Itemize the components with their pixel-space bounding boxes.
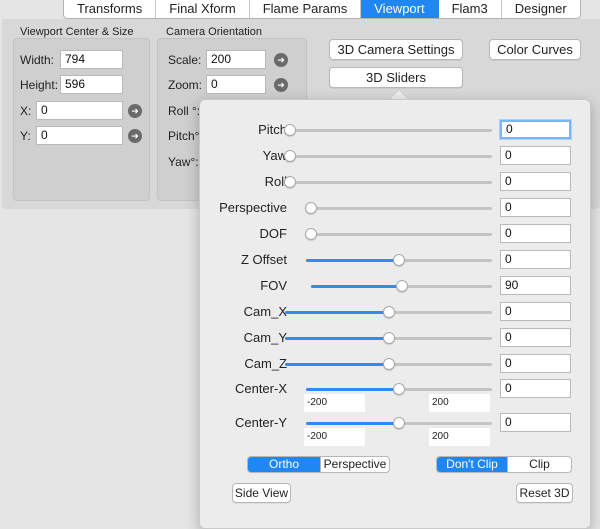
center-y-slider-knob[interactable] <box>393 417 405 429</box>
pitch-label: Pitch <box>258 122 287 137</box>
clip-segmented: Don't Clip Clip <box>436 456 572 473</box>
pitch-slider-knob[interactable] <box>284 124 296 136</box>
fov-slider[interactable] <box>311 280 492 292</box>
center-x-slider[interactable] <box>306 383 492 395</box>
center-x-max-label: 200 <box>429 394 490 412</box>
ortho-option[interactable]: Ortho <box>248 457 320 472</box>
cam-x-label: Cam_X <box>243 304 287 319</box>
z-offset-slider[interactable] <box>306 254 492 266</box>
perspective-value-field[interactable]: 0 <box>500 198 571 217</box>
fov-label: FOV <box>260 278 287 293</box>
x-label: X: <box>20 104 32 118</box>
width-label: Width: <box>20 53 55 67</box>
perspective-label: Perspective <box>219 200 287 215</box>
cam-z-slider-knob[interactable] <box>382 358 395 370</box>
cam-y-label: Cam_Y <box>243 330 287 345</box>
pitch-label: Pitch° <box>168 129 200 143</box>
perspective-slider-knob[interactable] <box>305 202 317 214</box>
z-offset-value-field[interactable]: 0 <box>500 250 571 269</box>
color-curves-button[interactable]: Color Curves <box>489 39 581 60</box>
tab-bar: Transforms Final Xform Flame Params View… <box>63 0 581 19</box>
cam-x-value-field[interactable]: 0 <box>500 302 571 321</box>
tab-designer[interactable]: Designer <box>501 0 580 18</box>
height-label: Height: <box>20 78 59 92</box>
cam-x-slider-fill <box>285 311 389 314</box>
dof-slider-knob[interactable] <box>305 228 317 240</box>
cam-y-slider-knob[interactable] <box>382 332 395 344</box>
cam-x-slider-knob[interactable] <box>382 306 395 318</box>
x-field[interactable]: 0 <box>36 101 123 120</box>
perspective-slider[interactable] <box>305 202 492 214</box>
z-offset-slider-knob[interactable] <box>393 254 405 266</box>
dof-value-field[interactable]: 0 <box>500 224 571 243</box>
reset-3d-button[interactable]: Reset 3D <box>516 483 573 503</box>
dont-clip-option[interactable]: Don't Clip <box>437 457 507 472</box>
tab-transforms[interactable]: Transforms <box>64 0 157 18</box>
sliders-3d-button[interactable]: 3D Sliders <box>329 67 463 88</box>
fov-slider-fill <box>311 285 402 288</box>
roll-slider[interactable] <box>284 176 492 188</box>
tab-viewport[interactable]: Viewport <box>361 0 439 18</box>
cam-y-slider[interactable] <box>285 332 492 344</box>
yaw-value-field[interactable]: 0 <box>500 146 571 165</box>
cam-z-slider-fill <box>285 363 389 366</box>
scale-field[interactable]: 200 <box>206 50 266 69</box>
cam-z-value-field[interactable]: 0 <box>500 354 571 373</box>
z-offset-label: Z Offset <box>241 252 287 267</box>
tab-final-xform[interactable]: Final Xform <box>156 0 250 18</box>
yaw-slider-knob[interactable] <box>284 150 296 162</box>
cam-y-slider-fill <box>285 337 389 340</box>
width-field[interactable]: 794 <box>60 50 123 69</box>
camera-settings-button[interactable]: 3D Camera Settings <box>329 39 463 60</box>
tab-flam3[interactable]: Flam3 <box>438 0 502 18</box>
zoom-apply-arrow-icon[interactable]: ➜ <box>274 78 288 92</box>
center-y-max-label: 200 <box>429 428 490 446</box>
center-x-slider-knob[interactable] <box>393 383 405 395</box>
center-y-slider[interactable] <box>306 417 492 429</box>
projection-segmented: Ortho Perspective <box>247 456 390 473</box>
y-field[interactable]: 0 <box>36 126 123 145</box>
cam-z-slider[interactable] <box>285 358 492 370</box>
center-x-value-field[interactable]: 0 <box>500 379 571 398</box>
roll-label: Roll °: <box>168 104 201 118</box>
camera-group-title: Camera Orientation <box>166 26 262 38</box>
center-y-label: Center-Y <box>234 415 287 430</box>
clip-option[interactable]: Clip <box>507 457 571 472</box>
perspective-option[interactable]: Perspective <box>320 457 389 472</box>
center-y-slider-fill <box>306 422 399 425</box>
dof-slider[interactable] <box>305 228 492 240</box>
center-x-slider-fill <box>306 388 399 391</box>
scale-label: Scale: <box>168 53 202 67</box>
pitch-value-field[interactable]: 0 <box>500 120 571 139</box>
center-y-min-label: -200 <box>304 428 365 446</box>
fov-slider-knob[interactable] <box>395 280 408 292</box>
sliders-popover: Pitch 0 Yaw 0 Roll 0 Perspective 0 DOF 0 Z Offset 0… <box>199 99 591 529</box>
zoom-label: Zoom: <box>168 78 203 92</box>
roll-value-field[interactable]: 0 <box>500 172 571 191</box>
roll-slider-knob[interactable] <box>284 176 296 188</box>
fov-value-field[interactable]: 90 <box>500 276 571 295</box>
z-offset-slider-fill <box>306 259 399 262</box>
pitch-slider[interactable] <box>284 124 492 136</box>
scale-apply-arrow-icon[interactable]: ➜ <box>274 53 288 67</box>
center-x-label: Center-X <box>234 381 287 396</box>
center-x-min-label: -200 <box>304 394 365 412</box>
viewport-group-title: Viewport Center & Size <box>20 26 134 38</box>
y-apply-arrow-icon[interactable]: ➜ <box>128 129 142 143</box>
yaw-slider[interactable] <box>284 150 492 162</box>
x-apply-arrow-icon[interactable]: ➜ <box>128 104 142 118</box>
height-field[interactable]: 596 <box>60 75 123 94</box>
yaw-label: Yaw°: <box>168 155 199 169</box>
center-y-value-field[interactable]: 0 <box>500 413 571 432</box>
cam-z-label: Cam_Z <box>244 356 287 371</box>
side-view-button[interactable]: Side View <box>232 483 291 503</box>
dof-label: DOF <box>259 226 287 241</box>
zoom-field[interactable]: 0 <box>206 75 266 94</box>
cam-y-value-field[interactable]: 0 <box>500 328 571 347</box>
y-label: Y: <box>20 129 31 143</box>
tab-flame-params[interactable]: Flame Params <box>249 0 362 18</box>
cam-x-slider[interactable] <box>285 306 492 318</box>
